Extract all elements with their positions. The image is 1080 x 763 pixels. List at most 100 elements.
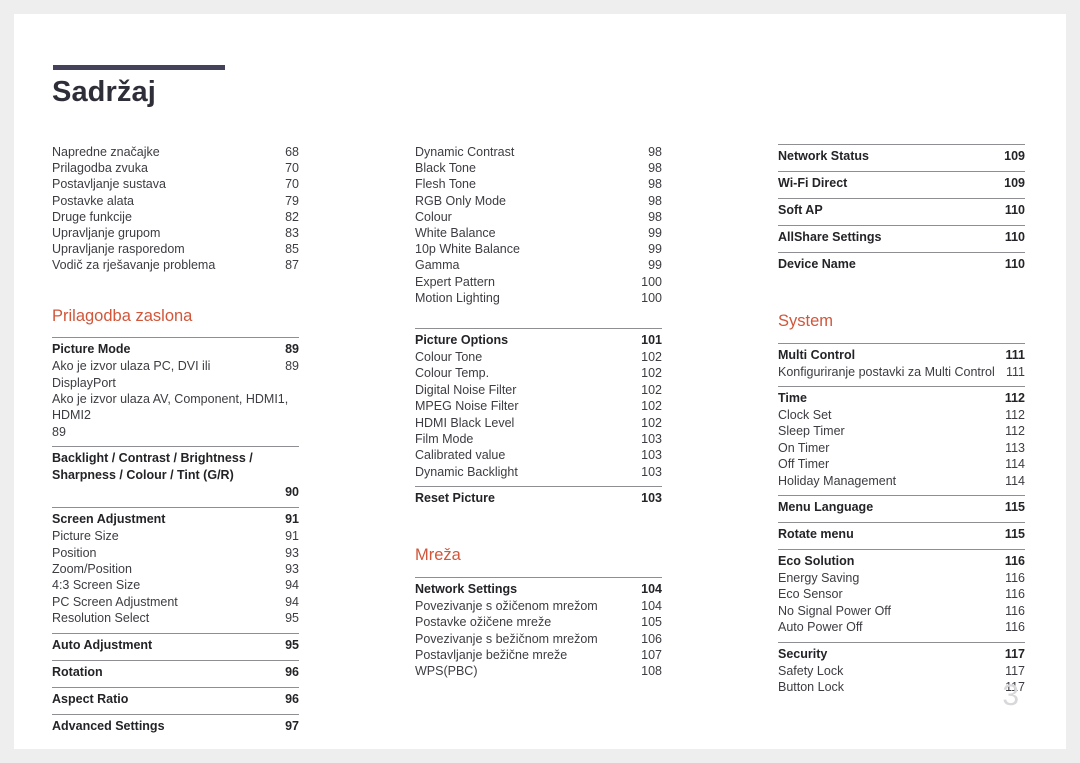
- entry-page-number: 100: [641, 290, 662, 305]
- toc-entry[interactable]: White Balance 99: [415, 225, 662, 241]
- toc-entry[interactable]: Napredne značajke 68: [52, 144, 299, 160]
- toc-entry-major[interactable]: Backlight / Contrast / Brightness / Shar…: [52, 450, 299, 501]
- toc-entry-sub[interactable]: Zoom/Position 93: [52, 561, 299, 577]
- group-allshare-settings: AllShare Settings 110: [778, 225, 1025, 252]
- toc-entry-sub[interactable]: Ako je izvor ulaza PC, DVI ili DisplayPo…: [52, 358, 299, 391]
- toc-entry-major[interactable]: Aspect Ratio 96: [52, 691, 299, 708]
- entry-page-number: 116: [1005, 603, 1025, 618]
- section-system: System: [778, 312, 834, 330]
- toc-entry-sub[interactable]: Button Lock 117: [778, 679, 1025, 695]
- toc-entry[interactable]: Upravljanje rasporedom 85: [52, 241, 299, 257]
- toc-entry-sub[interactable]: Konfiguriranje postavki za Multi Control…: [778, 364, 1025, 380]
- toc-entry[interactable]: 10p White Balance 99: [415, 241, 662, 257]
- toc-entry-major[interactable]: Soft AP 110: [778, 202, 1025, 219]
- group-advanced-settings: Advanced Settings 97: [52, 713, 299, 741]
- entry-label: Eco Solution: [778, 553, 855, 568]
- entry-label: Sleep Timer: [778, 424, 845, 439]
- toc-entry-sub[interactable]: Film Mode 103: [415, 431, 662, 447]
- toc-entry-sub[interactable]: On Timer 113: [778, 440, 1025, 456]
- toc-entry-major[interactable]: Network Settings 104: [415, 581, 662, 598]
- toc-entry-major[interactable]: Screen Adjustment 91: [52, 511, 299, 528]
- toc-entry-sub[interactable]: Sleep Timer 112: [778, 423, 1025, 439]
- toc-entry-sub[interactable]: No Signal Power Off 116: [778, 603, 1025, 619]
- group-picture-mode: Picture Mode 89 Ako je izvor ulaza PC, DVI…: [52, 337, 299, 446]
- entry-label: Clock Set: [778, 407, 832, 422]
- toc-entry-sub[interactable]: Auto Power Off 116: [778, 619, 1025, 635]
- entry-page-number: 116: [1004, 553, 1025, 568]
- toc-entry-major[interactable]: AllShare Settings 110: [778, 229, 1025, 246]
- toc-entry-sub[interactable]: Energy Saving 116: [778, 570, 1025, 586]
- title-rule: [53, 65, 225, 70]
- toc-entry[interactable]: RGB Only Mode 98: [415, 193, 662, 209]
- toc-entry[interactable]: Druge funkcije 82: [52, 209, 299, 225]
- group-backlight-contrast: Backlight / Contrast / Brightness / Shar…: [52, 446, 299, 507]
- toc-entry-major[interactable]: Wi-Fi Direct 109: [778, 175, 1025, 192]
- entry-page-number: 102: [641, 350, 662, 365]
- toc-entry-sub[interactable]: HDMI Black Level 102: [415, 415, 662, 431]
- entry-page-number: 98: [648, 145, 662, 159]
- toc-entry-sub[interactable]: Eco Sensor 116: [778, 586, 1025, 602]
- toc-entry-major[interactable]: Advanced Settings 97: [52, 718, 299, 735]
- toc-entry[interactable]: Prilagodba zvuka 70: [52, 160, 299, 176]
- toc-entry-sub[interactable]: Povezivanje s ožičenom mrežom 104: [415, 598, 662, 614]
- toc-entry-sub[interactable]: Postavljanje bežične mreže 107: [415, 647, 662, 663]
- folio-page-number: 3: [1002, 679, 1019, 712]
- toc-entry-sub[interactable]: Safety Lock 117: [778, 663, 1025, 679]
- entry-page-number: 94: [285, 578, 299, 593]
- toc-column-1: Napredne značajke 68 Prilagodba zvuka 70 Pos…: [52, 144, 299, 741]
- toc-entry[interactable]: Dynamic Contrast 98: [415, 144, 662, 160]
- toc-entry[interactable]: Flesh Tone 98: [415, 176, 662, 192]
- toc-entry-sub[interactable]: 4:3 Screen Size 94: [52, 577, 299, 593]
- toc-entry[interactable]: Upravljanje grupom 83: [52, 225, 299, 241]
- toc-entry-major[interactable]: Auto Adjustment 95: [52, 637, 299, 654]
- toc-entry[interactable]: Expert Pattern 100: [415, 274, 662, 290]
- entry-label: Picture Mode: [52, 342, 131, 357]
- toc-entry-major[interactable]: Eco Solution 116: [778, 553, 1025, 570]
- toc-entry-major[interactable]: Device Name 110: [778, 256, 1025, 273]
- toc-entry-sub[interactable]: Clock Set 112: [778, 407, 1025, 423]
- toc-entry[interactable]: Postavljanje sustava 70: [52, 176, 299, 192]
- toc-entry[interactable]: Gamma 99: [415, 257, 662, 273]
- toc-entry[interactable]: Colour 98: [415, 209, 662, 225]
- toc-entry-sub[interactable]: Colour Temp. 102: [415, 365, 662, 381]
- document-page: Sadržaj Napredne značajke 68 Prilagodba zv…: [14, 14, 1066, 749]
- toc-entry[interactable]: Motion Lighting 100: [415, 290, 662, 306]
- toc-entry[interactable]: Postavke alata 79: [52, 193, 299, 209]
- entry-label: Resolution Select: [52, 611, 150, 626]
- toc-entry-sub[interactable]: WPS(PBC) 108: [415, 663, 662, 679]
- toc-entry-sub[interactable]: Position 93: [52, 545, 299, 561]
- entry-label: 4:3 Screen Size: [52, 578, 141, 593]
- toc-entry[interactable]: Vodič za rješavanje problema 87: [52, 257, 299, 273]
- toc-entry-sub[interactable]: Postavke ožičene mreže 105: [415, 614, 662, 630]
- toc-entry-sub[interactable]: Resolution Select 95: [52, 610, 299, 626]
- toc-entry-sub[interactable]: MPEG Noise Filter 102: [415, 398, 662, 414]
- toc-entry-major[interactable]: Multi Control 111: [778, 347, 1025, 364]
- toc-entry-major[interactable]: Menu Language 115: [778, 499, 1025, 516]
- toc-entry-sub[interactable]: Calibrated value 103: [415, 447, 662, 463]
- entry-label: Dynamic Contrast: [415, 145, 515, 159]
- toc-entry-sub[interactable]: Colour Tone 102: [415, 349, 662, 365]
- toc-entry-sub[interactable]: Ako je izvor ulaza AV, Component, HDMI1,…: [52, 391, 299, 440]
- toc-entry-major[interactable]: Picture Options 101: [415, 332, 662, 349]
- toc-entry-sub[interactable]: Off Timer 114: [778, 456, 1025, 472]
- toc-entry[interactable]: Black Tone 98: [415, 160, 662, 176]
- entry-page-number: 106: [641, 631, 662, 646]
- toc-entry-sub[interactable]: PC Screen Adjustment 94: [52, 594, 299, 610]
- entry-page-number: 93: [285, 545, 299, 560]
- toc-entry-sub[interactable]: Dynamic Backlight 103: [415, 464, 662, 480]
- toc-entry-sub[interactable]: Digital Noise Filter 102: [415, 382, 662, 398]
- entry-page-number: 107: [641, 648, 662, 662]
- toc-entry-sub[interactable]: Picture Size 91: [52, 528, 299, 544]
- entry-label: Colour: [415, 209, 452, 224]
- toc-entry-sub[interactable]: Povezivanje s bežičnom mrežom 106: [415, 631, 662, 647]
- entry-page-number: 109: [1004, 176, 1025, 190]
- toc-entry-major[interactable]: Network Status 109: [778, 148, 1025, 165]
- toc-entry-sub[interactable]: Holiday Management 114: [778, 473, 1025, 489]
- toc-entry-major[interactable]: Rotate menu 115: [778, 526, 1025, 543]
- toc-entry-major[interactable]: Rotation 96: [52, 664, 299, 681]
- toc-entry-major[interactable]: Picture Mode 89: [52, 341, 299, 358]
- toc-entry-major[interactable]: Time 112: [778, 390, 1025, 407]
- toc-entry-major[interactable]: Reset Picture 103: [415, 490, 662, 507]
- entry-page-number: 116: [1005, 570, 1025, 585]
- toc-entry-major[interactable]: Security 117: [778, 646, 1025, 663]
